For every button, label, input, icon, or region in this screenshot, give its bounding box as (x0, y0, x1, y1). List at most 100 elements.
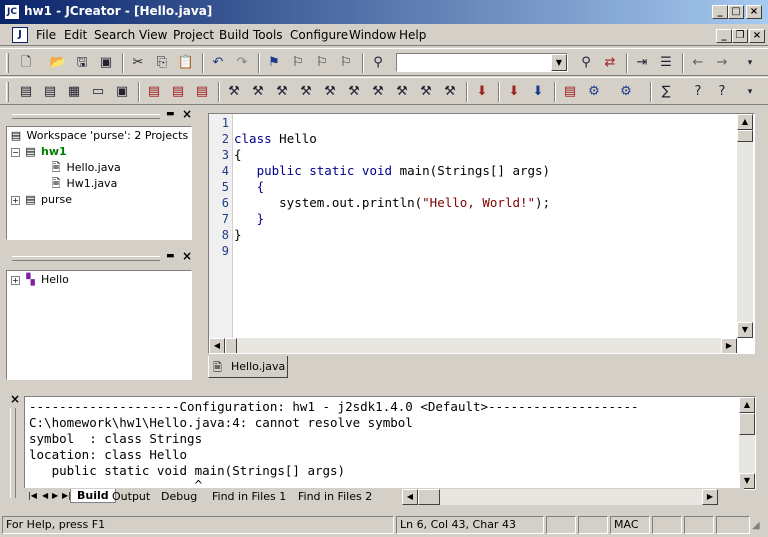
scroll-right-icon[interactable]: ▶ (721, 338, 737, 353)
scroll-up-icon[interactable]: ▲ (737, 114, 753, 130)
clear-bookmarks-icon[interactable]: ⚐ (336, 53, 356, 73)
menu-view[interactable]: View (139, 28, 167, 42)
tab-find-in-files-1[interactable]: Find in Files 1 (212, 490, 286, 503)
project-settings-icon[interactable]: ▤ (192, 82, 212, 102)
scroll-up-icon[interactable]: ▲ (739, 397, 755, 413)
code-editor[interactable]: 1 2 3 4 5 6 7 8 9 class Hello { public s… (208, 113, 755, 354)
find-icon[interactable]: ⚲ (368, 53, 388, 73)
context-help-icon[interactable]: ? (712, 82, 732, 102)
tab-scroll-next-icon[interactable]: ▶ (52, 491, 58, 500)
tab-scroll-first-icon[interactable]: |◀ (28, 491, 37, 500)
replace-icon[interactable]: ⇄ (600, 53, 620, 73)
tool5-icon[interactable]: ⚒ (320, 82, 340, 102)
search-combo[interactable]: ▼ (396, 53, 568, 72)
compile-file-icon[interactable]: ⬇ (504, 82, 524, 102)
tool10-icon[interactable]: ⚒ (440, 82, 460, 102)
jcreator-app-icon[interactable]: JC (4, 4, 20, 20)
debug-icon[interactable]: ⚙ (584, 82, 604, 102)
sdk-help-icon[interactable]: ∑ (656, 82, 676, 102)
chevron-down-icon[interactable]: ▼ (551, 54, 567, 71)
tool4-icon[interactable]: ⚒ (296, 82, 316, 102)
next-bookmark-icon[interactable]: ⚐ (288, 53, 308, 73)
tool1-icon[interactable]: ⚒ (224, 82, 244, 102)
new-file-icon[interactable]: 🗋 (16, 53, 36, 73)
tab-find-in-files-2[interactable]: Find in Files 2 (298, 490, 372, 503)
scroll-down-icon[interactable]: ▼ (739, 473, 755, 489)
file-hw1-java[interactable]: 🗎 Hw1.java (49, 177, 118, 191)
tab-hello-java[interactable]: 🗎 Hello.java (208, 356, 288, 378)
document-icon[interactable]: J (12, 27, 28, 43)
menu-search[interactable]: Search (94, 28, 135, 42)
save-icon[interactable]: 🖫 (72, 53, 92, 73)
project-hw1[interactable]: − ▤ hw1 (11, 145, 67, 159)
editor-vertical-scrollbar[interactable]: ▲ ▼ (737, 114, 753, 338)
tool2-icon[interactable]: ⚒ (248, 82, 268, 102)
tab-debug[interactable]: Debug (161, 490, 197, 503)
scroll-thumb[interactable] (737, 130, 753, 142)
editor-horizontal-scrollbar[interactable]: ◀ ▶ (209, 338, 737, 353)
menu-configure[interactable]: Configure (290, 28, 348, 42)
menu-file[interactable]: File (36, 28, 56, 42)
close-button[interactable]: × (746, 5, 762, 19)
menu-tools[interactable]: Tools (253, 28, 283, 42)
execute-icon[interactable]: ▤ (560, 82, 580, 102)
paste-icon[interactable]: 📋 (176, 53, 196, 73)
tool9-icon[interactable]: ⚒ (416, 82, 436, 102)
panel-dock-icon[interactable]: ▬ (166, 251, 175, 261)
scroll-thumb[interactable] (225, 338, 237, 353)
mdi-minimize-button[interactable]: _ (716, 29, 732, 43)
scroll-down-icon[interactable]: ▼ (737, 322, 753, 338)
resize-grip-icon[interactable]: ◢ (752, 520, 766, 534)
bookmark-icon[interactable]: ⚑ (264, 53, 284, 73)
output-vertical-scrollbar[interactable]: ▲ ▼ (739, 397, 755, 489)
debug-options-icon[interactable]: ⚙ (616, 82, 636, 102)
back-icon[interactable]: ← (688, 53, 708, 73)
compile-project-icon[interactable]: ⬇ (528, 82, 548, 102)
output-view-icon[interactable]: ▭ (88, 82, 108, 102)
scroll-left-icon[interactable]: ◀ (402, 489, 418, 505)
open-icon[interactable]: 📂 (48, 53, 68, 73)
menu-edit[interactable]: Edit (64, 28, 87, 42)
outdent-icon[interactable]: ☰ (656, 53, 676, 73)
close-icon[interactable]: × (10, 392, 20, 406)
toolbar-overflow-icon[interactable]: ▾ (740, 53, 760, 73)
scroll-left-icon[interactable]: ◀ (209, 338, 225, 353)
copy-icon[interactable]: ⎘ (152, 53, 172, 73)
maximize-button[interactable]: □ (728, 5, 744, 19)
toolbar-overflow-icon[interactable]: ▾ (740, 82, 760, 102)
scroll-thumb[interactable] (418, 489, 440, 505)
tab-output[interactable]: Output (112, 490, 150, 503)
toolbar-grip[interactable] (6, 53, 9, 73)
fileview-icon[interactable]: ▤ (40, 82, 60, 102)
scroll-right-icon[interactable]: ▶ (702, 489, 718, 505)
tool8-icon[interactable]: ⚒ (392, 82, 412, 102)
workspace-root[interactable]: ▤ Workspace 'purse': 2 Projects (9, 129, 188, 143)
tab-build[interactable]: Build (70, 489, 116, 503)
forward-icon[interactable]: → (712, 53, 732, 73)
collapse-icon[interactable]: − (11, 147, 20, 157)
project-purse[interactable]: + ▤ purse (11, 193, 72, 207)
output-line[interactable]: C:\homework\hw1\Hello.java:4: cannot res… (29, 415, 413, 431)
expand-icon[interactable]: + (11, 195, 20, 205)
menu-window[interactable]: Window (349, 28, 396, 42)
open-project-icon[interactable]: ▤ (168, 82, 188, 102)
scroll-thumb[interactable] (739, 413, 755, 435)
minimize-button[interactable]: _ (712, 5, 728, 19)
menu-help[interactable]: Help (399, 28, 426, 42)
mdi-close-button[interactable]: × (749, 29, 765, 43)
prev-bookmark-icon[interactable]: ⚐ (312, 53, 332, 73)
output-horizontal-scrollbar[interactable]: ◀ ▶ (402, 489, 718, 505)
menu-build[interactable]: Build (219, 28, 249, 42)
indent-icon[interactable]: ⇥ (632, 53, 652, 73)
mdi-restore-button[interactable]: ❐ (732, 29, 748, 43)
output-window[interactable]: --------------------Configuration: hw1 -… (24, 396, 756, 490)
help-icon[interactable]: ? (688, 82, 708, 102)
undo-icon[interactable]: ↶ (208, 53, 228, 73)
panel-grip[interactable] (10, 408, 16, 498)
cut-icon[interactable]: ✂ (128, 53, 148, 73)
file-hello-java[interactable]: 🗎 Hello.java (49, 161, 121, 175)
tab-scroll-prev-icon[interactable]: ◀ (42, 491, 48, 500)
find-in-files-icon[interactable]: ⚲ (576, 53, 596, 73)
menu-project[interactable]: Project (173, 28, 214, 42)
classview-icon[interactable]: ▦ (64, 82, 84, 102)
